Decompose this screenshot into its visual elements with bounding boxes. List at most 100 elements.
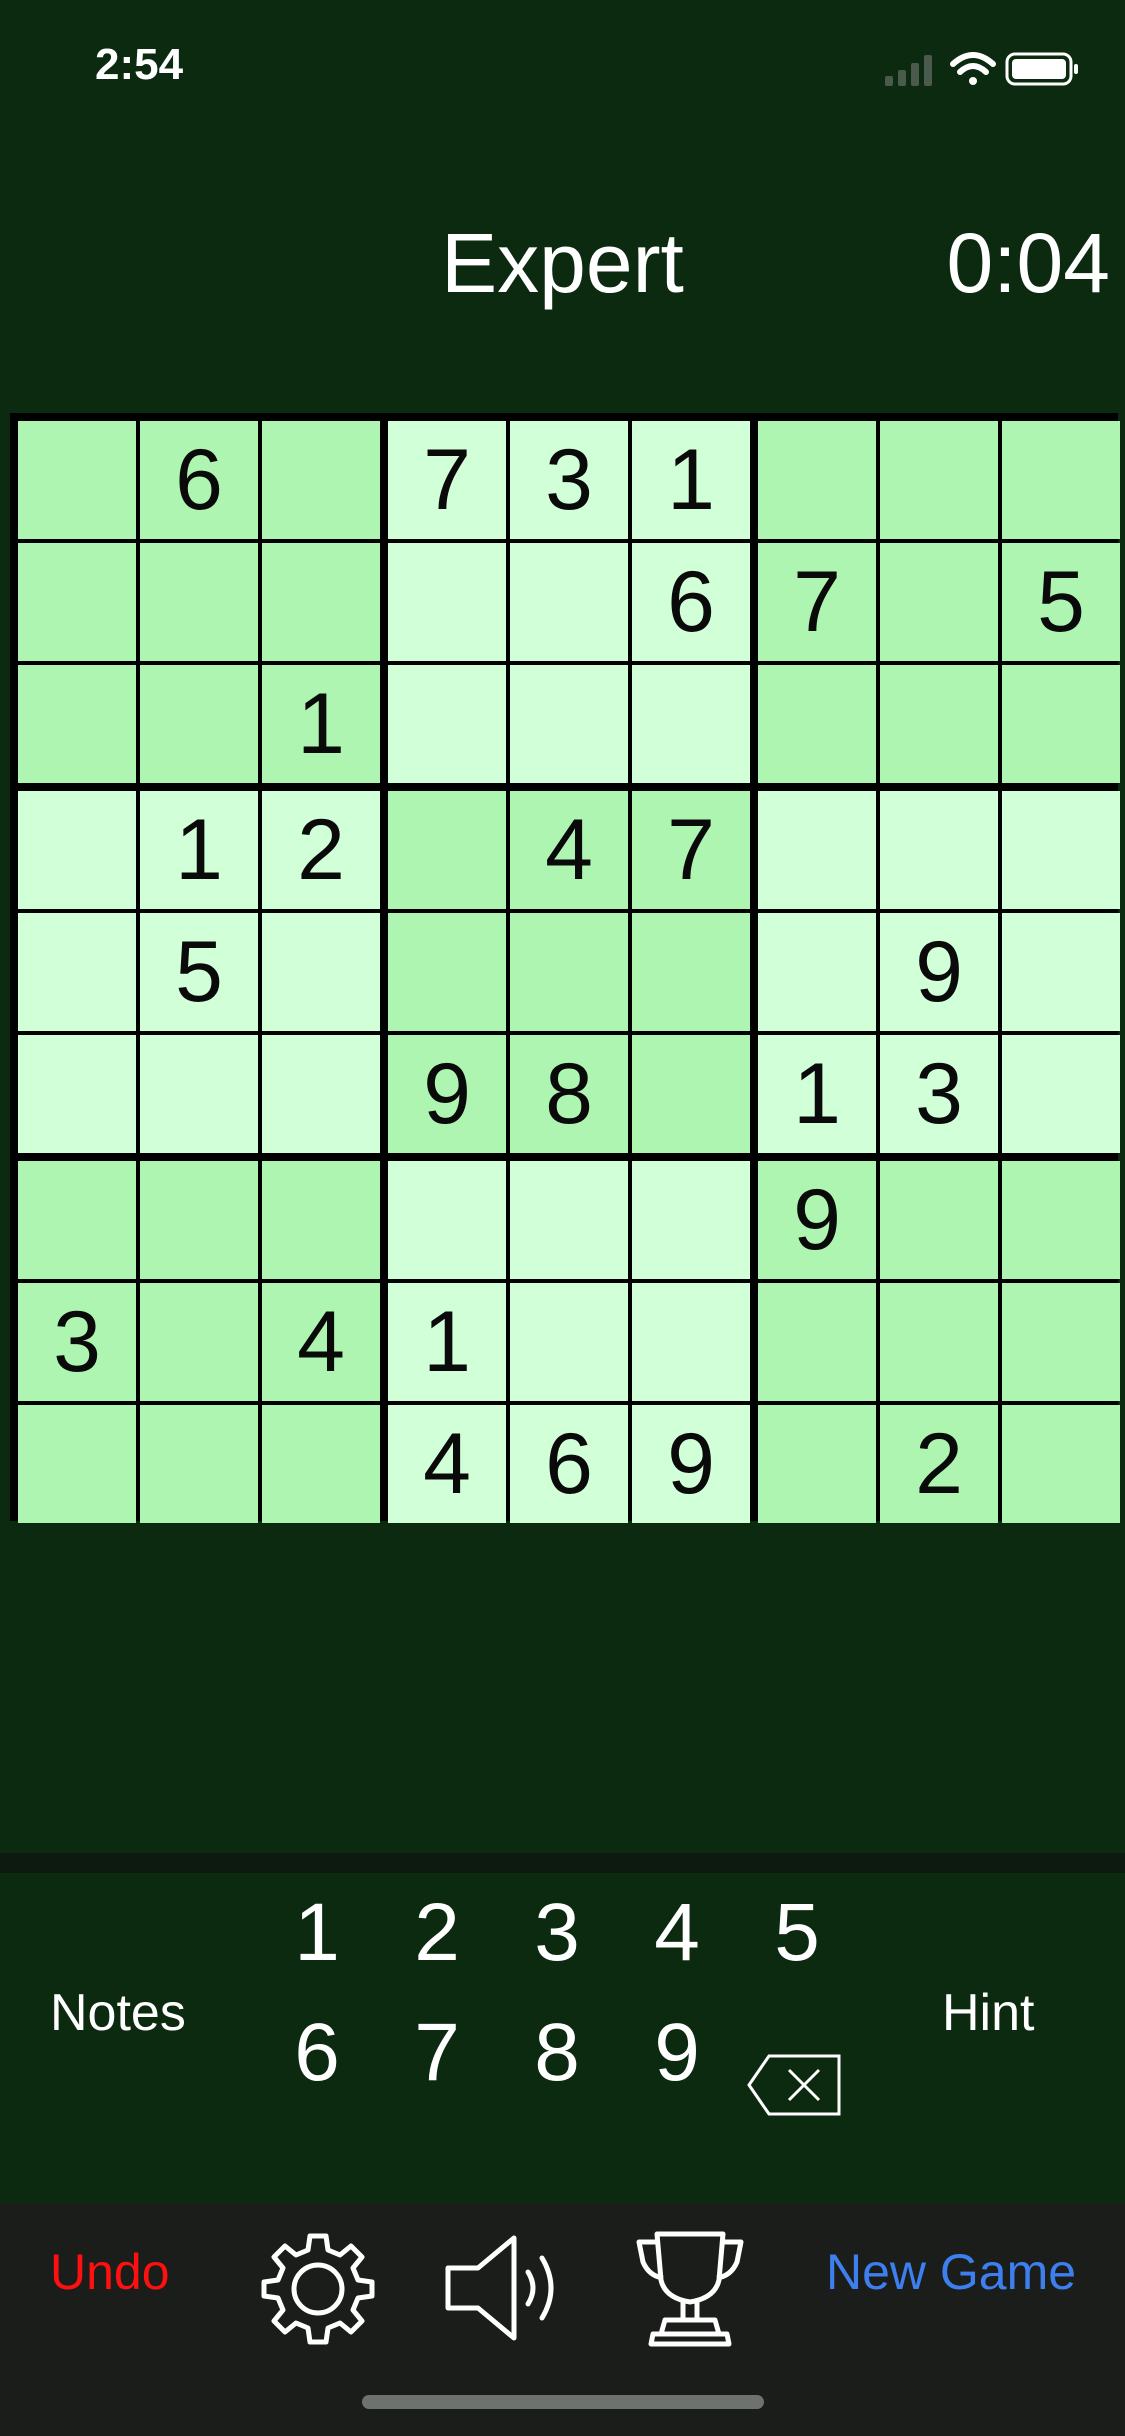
- cell-r4-c2[interactable]: 1: [140, 791, 258, 909]
- cell-r4-c1[interactable]: [18, 791, 136, 909]
- cell-r3-c9[interactable]: [1002, 665, 1120, 783]
- cell-r6-c5[interactable]: 8: [510, 1035, 628, 1153]
- cell-r8-c8[interactable]: [880, 1283, 998, 1401]
- cell-r4-c6[interactable]: 7: [632, 791, 750, 909]
- number-key-1[interactable]: 1: [272, 1883, 362, 1983]
- cell-r9-c2[interactable]: [140, 1405, 258, 1523]
- cell-r1-c3[interactable]: [262, 421, 380, 539]
- notes-button[interactable]: Notes: [50, 1983, 186, 2043]
- cell-r7-c9[interactable]: [1002, 1161, 1120, 1279]
- cell-r8-c2[interactable]: [140, 1283, 258, 1401]
- cell-r2-c4[interactable]: [388, 543, 506, 661]
- cell-r8-c5[interactable]: [510, 1283, 628, 1401]
- cell-r2-c5[interactable]: [510, 543, 628, 661]
- cell-r8-c4[interactable]: 1: [388, 1283, 506, 1401]
- cell-r5-c3[interactable]: [262, 913, 380, 1031]
- cell-r5-c8[interactable]: 9: [880, 913, 998, 1031]
- cell-r3-c2[interactable]: [140, 665, 258, 783]
- number-key-4[interactable]: 4: [632, 1883, 722, 1983]
- cell-r5-c5[interactable]: [510, 913, 628, 1031]
- cell-r9-c6[interactable]: 9: [632, 1405, 750, 1523]
- cell-r1-c1[interactable]: [18, 421, 136, 539]
- cell-r9-c1[interactable]: [18, 1405, 136, 1523]
- cell-r3-c4[interactable]: [388, 665, 506, 783]
- cell-r1-c5[interactable]: 3: [510, 421, 628, 539]
- cell-r2-c6[interactable]: 6: [632, 543, 750, 661]
- cell-r5-c2[interactable]: 5: [140, 913, 258, 1031]
- cell-r8-c3[interactable]: 4: [262, 1283, 380, 1401]
- cell-r7-c2[interactable]: [140, 1161, 258, 1279]
- cell-r2-c3[interactable]: [262, 543, 380, 661]
- number-key-5[interactable]: 5: [752, 1883, 842, 1983]
- cell-r1-c9[interactable]: [1002, 421, 1120, 539]
- cell-r1-c6[interactable]: 1: [632, 421, 750, 539]
- cell-r5-c6[interactable]: [632, 913, 750, 1031]
- cell-r7-c7[interactable]: 9: [758, 1161, 876, 1279]
- number-key-3[interactable]: 3: [512, 1883, 602, 1983]
- number-key-7[interactable]: 7: [392, 2003, 482, 2103]
- cell-r3-c7[interactable]: [758, 665, 876, 783]
- cell-r2-c1[interactable]: [18, 543, 136, 661]
- cell-r5-c1[interactable]: [18, 913, 136, 1031]
- cell-r3-c5[interactable]: [510, 665, 628, 783]
- cell-r4-c4[interactable]: [388, 791, 506, 909]
- cell-r9-c7[interactable]: [758, 1405, 876, 1523]
- cell-r8-c9[interactable]: [1002, 1283, 1120, 1401]
- cell-r4-c3[interactable]: 2: [262, 791, 380, 909]
- cell-r9-c8[interactable]: 2: [880, 1405, 998, 1523]
- cell-r4-c9[interactable]: [1002, 791, 1120, 909]
- new-game-button[interactable]: New Game: [826, 2243, 1076, 2301]
- cell-r7-c8[interactable]: [880, 1161, 998, 1279]
- cell-r2-c2[interactable]: [140, 543, 258, 661]
- number-key-2[interactable]: 2: [392, 1883, 482, 1983]
- cell-r8-c7[interactable]: [758, 1283, 876, 1401]
- cell-r2-c7[interactable]: 7: [758, 543, 876, 661]
- hint-button[interactable]: Hint: [942, 1983, 1034, 2043]
- panel-divider: [0, 1853, 1125, 1873]
- cell-r3-c6[interactable]: [632, 665, 750, 783]
- number-key-6[interactable]: 6: [272, 2003, 362, 2103]
- cell-r1-c8[interactable]: [880, 421, 998, 539]
- number-key-9[interactable]: 9: [632, 2003, 722, 2103]
- cell-r9-c3[interactable]: [262, 1405, 380, 1523]
- cell-r4-c7[interactable]: [758, 791, 876, 909]
- cell-r8-c1[interactable]: 3: [18, 1283, 136, 1401]
- cell-r3-c1[interactable]: [18, 665, 136, 783]
- cell-r6-c1[interactable]: [18, 1035, 136, 1153]
- cell-r6-c6[interactable]: [632, 1035, 750, 1153]
- cell-r7-c4[interactable]: [388, 1161, 506, 1279]
- cell-r6-c8[interactable]: 3: [880, 1035, 998, 1153]
- cell-r3-c8[interactable]: [880, 665, 998, 783]
- cell-r2-c9[interactable]: 5: [1002, 543, 1120, 661]
- cell-r9-c9[interactable]: [1002, 1405, 1120, 1523]
- cell-r4-c8[interactable]: [880, 791, 998, 909]
- cell-r6-c4[interactable]: 9: [388, 1035, 506, 1153]
- cell-r1-c7[interactable]: [758, 421, 876, 539]
- number-key-8[interactable]: 8: [512, 2003, 602, 2103]
- cell-r5-c9[interactable]: [1002, 913, 1120, 1031]
- cell-r7-c1[interactable]: [18, 1161, 136, 1279]
- cell-r2-c8[interactable]: [880, 543, 998, 661]
- cell-r6-c9[interactable]: [1002, 1035, 1120, 1153]
- cell-r3-c3[interactable]: 1: [262, 665, 380, 783]
- cell-r7-c6[interactable]: [632, 1161, 750, 1279]
- cell-r5-c7[interactable]: [758, 913, 876, 1031]
- cell-r9-c4[interactable]: 4: [388, 1405, 506, 1523]
- cell-r7-c3[interactable]: [262, 1161, 380, 1279]
- sound-button[interactable]: [442, 2228, 567, 2353]
- erase-button[interactable]: [745, 2050, 845, 2120]
- cell-r7-c5[interactable]: [510, 1161, 628, 1279]
- cell-r5-c4[interactable]: [388, 913, 506, 1031]
- cell-r1-c4[interactable]: 7: [388, 421, 506, 539]
- settings-button[interactable]: [258, 2228, 378, 2353]
- cell-r6-c3[interactable]: [262, 1035, 380, 1153]
- cell-r4-c5[interactable]: 4: [510, 791, 628, 909]
- cell-r6-c2[interactable]: [140, 1035, 258, 1153]
- cell-r9-c5[interactable]: 6: [510, 1405, 628, 1523]
- status-icons: [885, 50, 1085, 95]
- undo-button[interactable]: Undo: [50, 2243, 170, 2301]
- cell-r1-c2[interactable]: 6: [140, 421, 258, 539]
- cell-r8-c6[interactable]: [632, 1283, 750, 1401]
- cell-r6-c7[interactable]: 1: [758, 1035, 876, 1153]
- leaderboard-button[interactable]: [635, 2228, 745, 2353]
